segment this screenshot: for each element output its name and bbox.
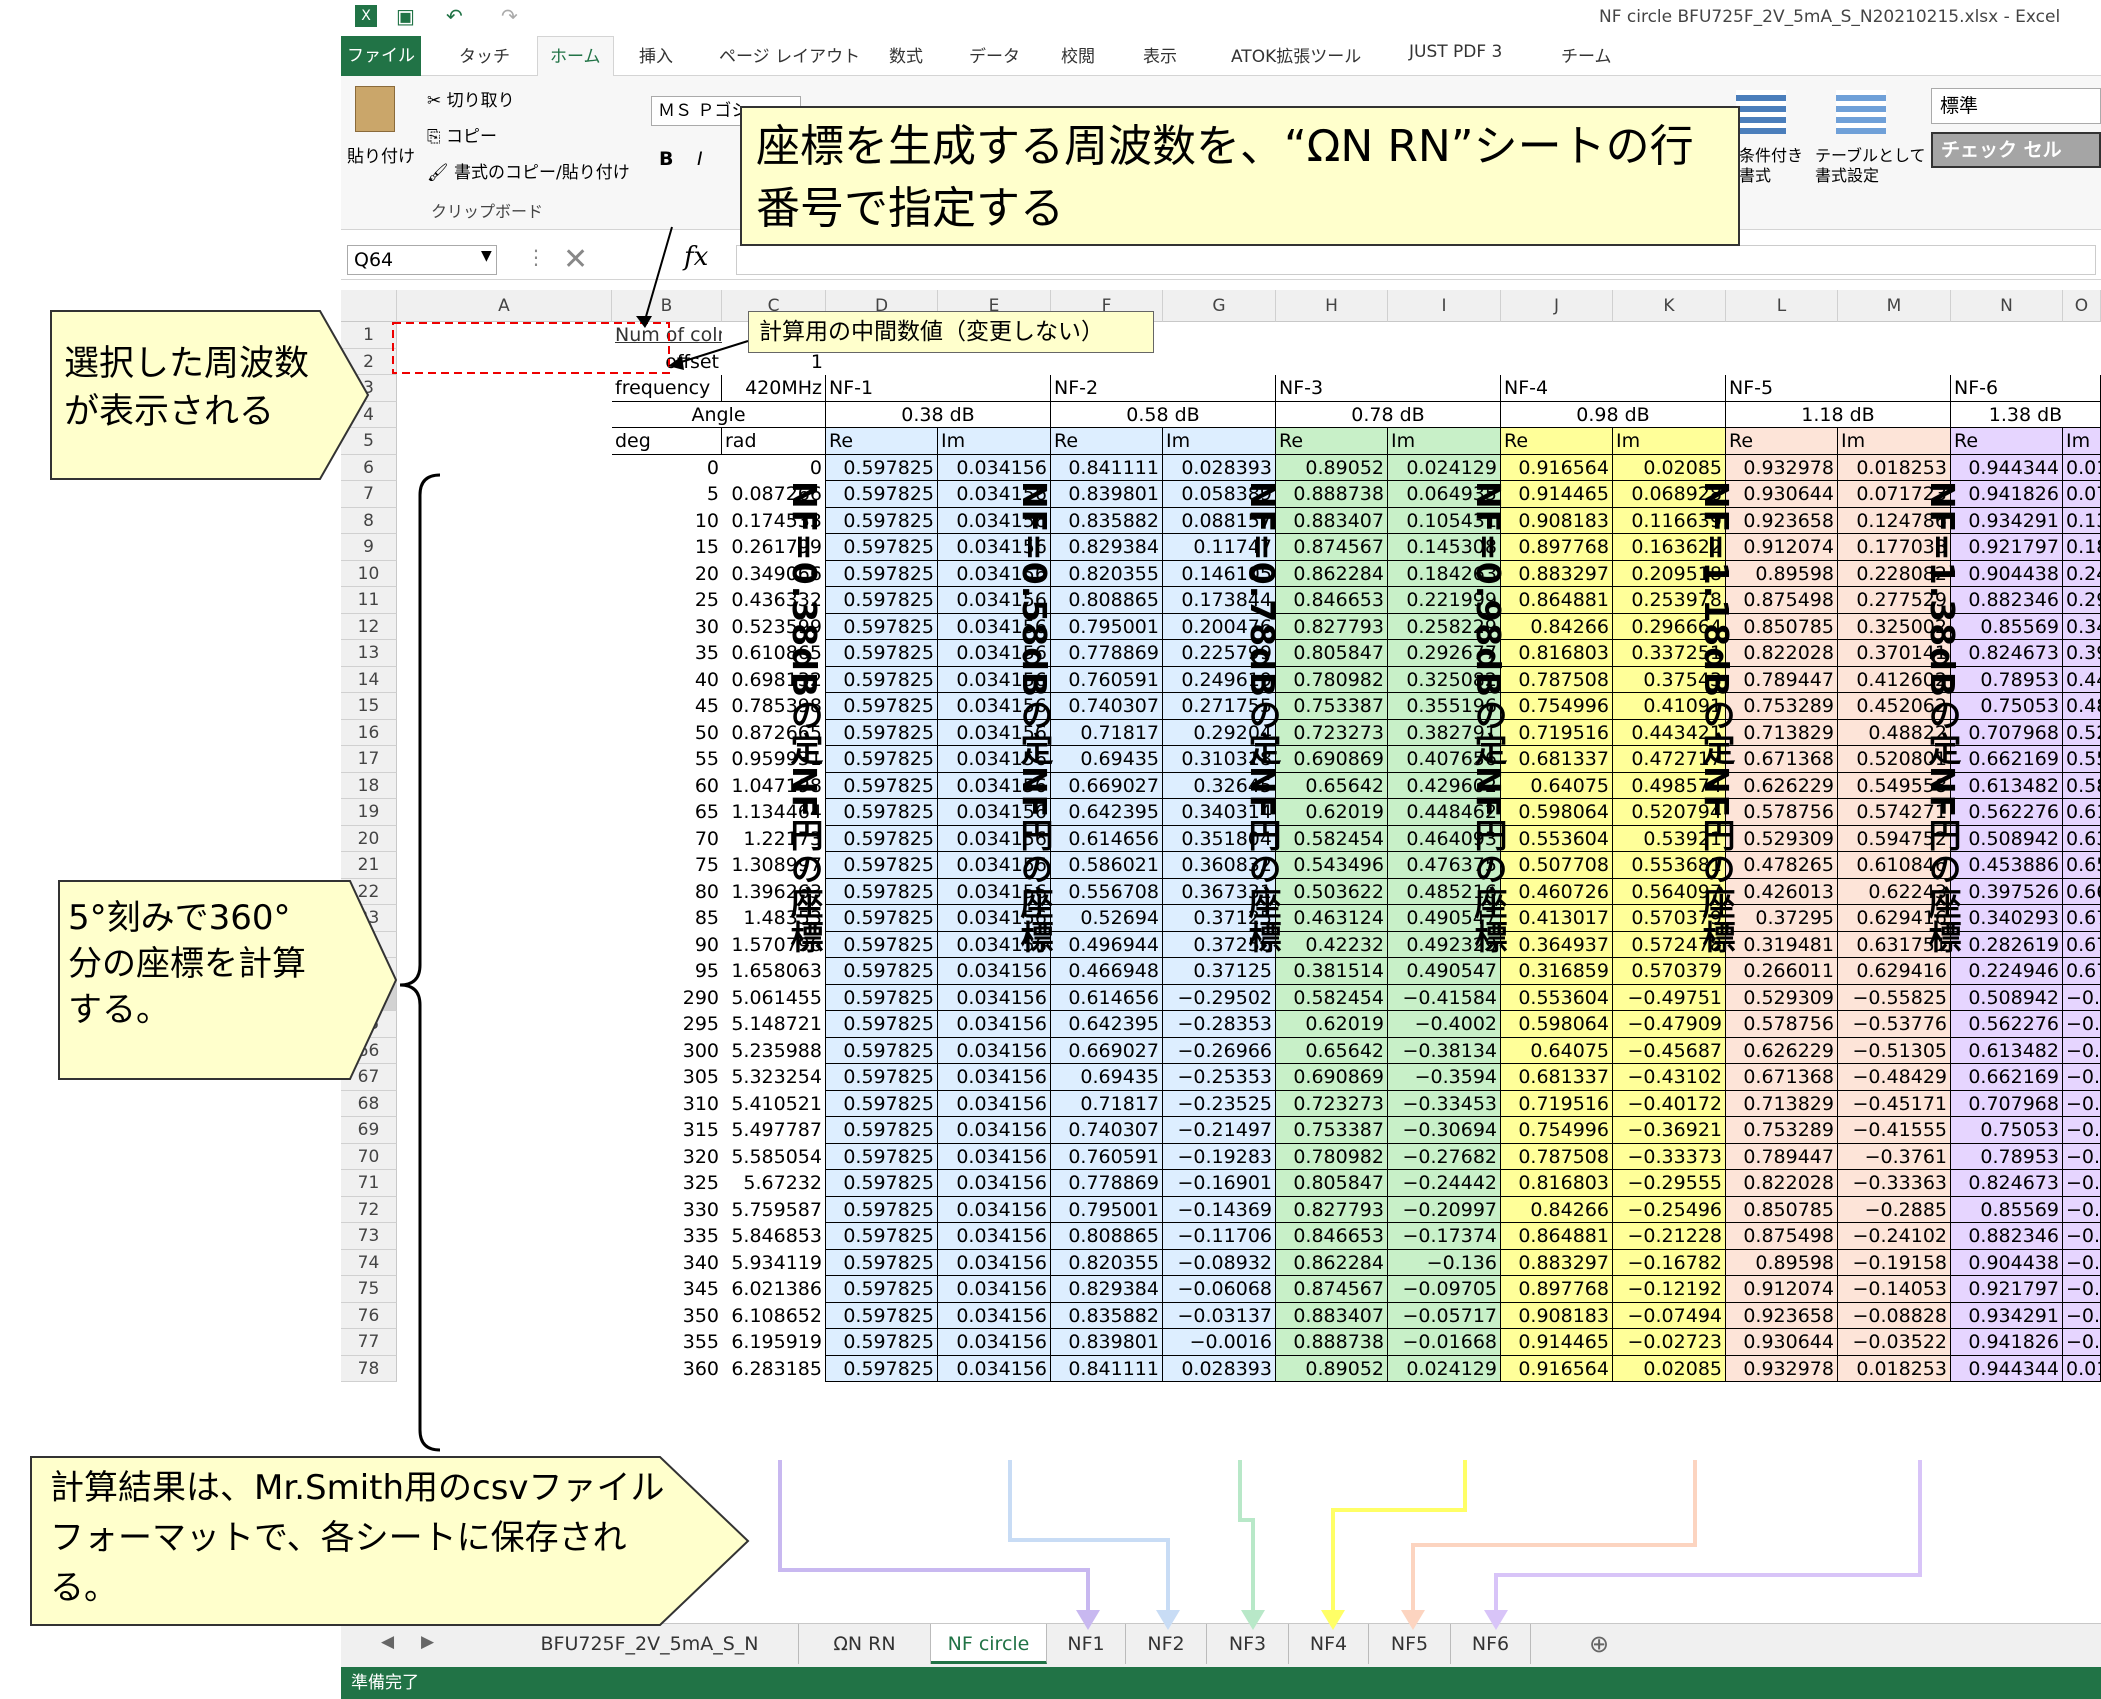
arrowhead-nf4 <box>1321 1610 1345 1630</box>
callout-selected-frequency: 選択した周波数が表示される <box>64 344 310 432</box>
callout-csv-output: 計算結果は、Mr.Smith用のcsvファイルフォーマットで、各シートに保存され… <box>50 1468 665 1608</box>
callout-frequency: 座標を生成する周波数を、“ΩN RN”シートの行番号で指定する <box>740 106 1740 246</box>
arrowhead-nf2 <box>1156 1610 1180 1630</box>
connector-nf3 <box>1238 1460 1255 1615</box>
callout-intermediate: 計算用の中間数値（変更しない） <box>748 311 1154 353</box>
arrowhead-nf5 <box>1401 1610 1425 1630</box>
connector-nf1 <box>778 1460 1090 1615</box>
left-brace <box>399 473 441 1452</box>
annotation-overlay <box>392 226 1922 1630</box>
screenshot-root: { "window_title":"NF circle BFU725F_2V_5… <box>0 0 2101 1699</box>
arrowhead-nf6 <box>1484 1610 1508 1630</box>
arrow-top <box>644 226 673 321</box>
connector-nf5 <box>1411 1460 1697 1615</box>
highlight-box <box>392 322 670 374</box>
arrowhead-nf1 <box>1076 1610 1100 1630</box>
connector-nf6 <box>1494 1460 1922 1615</box>
arrow-top-head <box>636 316 652 328</box>
connector-nf4 <box>1331 1460 1467 1615</box>
arrow-mid-head <box>668 356 684 370</box>
arrow-mid <box>677 340 749 364</box>
arrowhead-nf3 <box>1241 1610 1265 1630</box>
callout-every-5-degrees: 5°刻みで360°分の座標を計算する。 <box>68 898 306 1030</box>
